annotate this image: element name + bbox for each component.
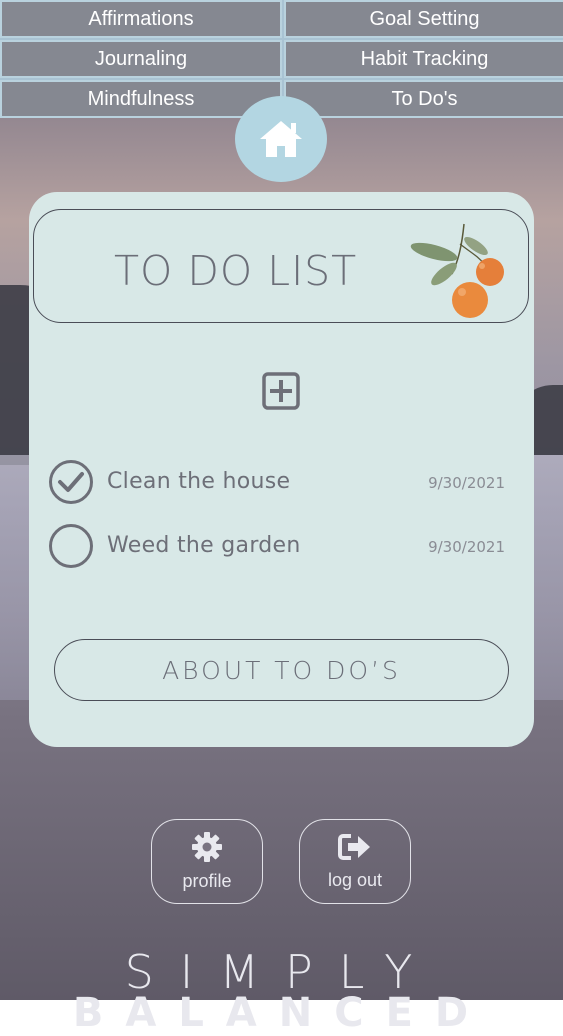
title-box: TO DO LIST (33, 209, 529, 323)
todo-item: Weed the garden 9/30/2021 (49, 524, 509, 574)
check-icon (58, 472, 84, 492)
home-button[interactable] (235, 96, 327, 182)
todo-checkbox-unchecked[interactable] (49, 524, 93, 568)
nav-to-dos[interactable]: To Do's (284, 80, 563, 118)
home-icon (260, 121, 302, 157)
logout-button[interactable]: log out (299, 819, 411, 904)
todo-date: 9/30/2021 (428, 474, 505, 492)
todo-item: Clean the house 9/30/2021 (49, 460, 509, 510)
sign-out-icon (338, 834, 370, 860)
profile-label: profile (182, 871, 232, 891)
todo-card: TO DO LIST Clean the house 9/30/2021 Wee… (29, 192, 534, 747)
logout-label: log out (327, 870, 383, 890)
oranges-illustration (410, 223, 504, 318)
gear-icon (192, 832, 222, 862)
add-todo-button[interactable] (262, 372, 300, 410)
todo-text[interactable]: Clean the house (107, 469, 290, 494)
nav-journaling[interactable]: Journaling (0, 40, 282, 78)
page-title: TO DO LIST (114, 247, 358, 295)
todo-text[interactable]: Weed the garden (107, 533, 301, 558)
profile-button[interactable]: profile (151, 819, 263, 904)
nav-affirmations[interactable]: Affirmations (0, 0, 282, 38)
todo-checkbox-checked[interactable] (49, 460, 93, 504)
about-todos-button[interactable]: ABOUT TO DO’S (54, 639, 509, 701)
brand-logo-line2: BALANCED (72, 990, 491, 1036)
nav-goal-setting[interactable]: Goal Setting (284, 0, 563, 38)
nav-mindfulness[interactable]: Mindfulness (0, 80, 282, 118)
nav-habit-tracking[interactable]: Habit Tracking (284, 40, 563, 78)
todo-date: 9/30/2021 (428, 538, 505, 556)
